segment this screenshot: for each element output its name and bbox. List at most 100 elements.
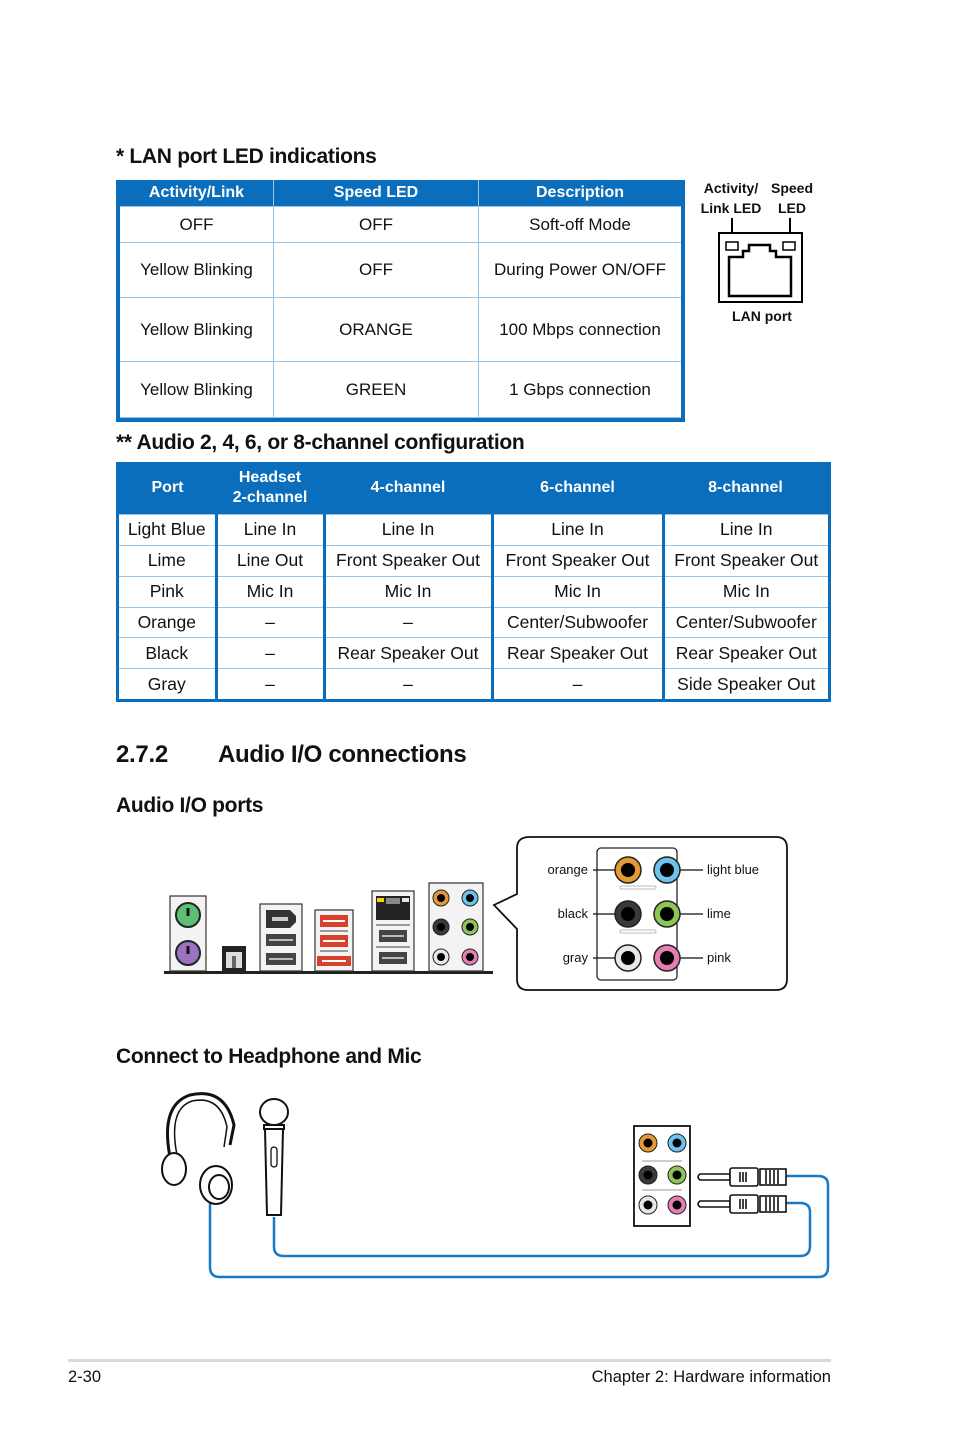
usb-esata-ports-icon [314, 909, 354, 972]
jack-label-orange: orange [547, 862, 588, 877]
table-cell: Mic In [214, 575, 324, 608]
table-cell: Pink [119, 575, 216, 608]
microphone-icon [259, 1098, 289, 1216]
lan-led-heading: * LAN port LED indications [116, 145, 377, 168]
audio-header-headset-line1: Headset [238, 469, 302, 486]
table-row: OFF OFF Soft-off Mode [120, 206, 681, 243]
table-cell: Line In [322, 514, 492, 546]
section-number: 2.7.2 [116, 741, 168, 768]
audio-channel-table: Port Headset 2-channel 4-channel 6-chann… [116, 462, 831, 702]
gray-jack-icon [614, 944, 642, 972]
table-cell: Rear Speaker Out [661, 637, 828, 669]
table-cell: Side Speaker Out [661, 668, 828, 699]
table-cell: Lime [119, 544, 216, 577]
lan-table-header-row: Activity/Link Speed LED Description [120, 180, 681, 207]
audio-header-headset-line2: 2-channel [232, 489, 308, 506]
table-cell: Line Out [214, 544, 324, 577]
table-cell: Center/Subwoofer [490, 606, 663, 638]
table-cell: Orange [119, 606, 216, 638]
firewire-usb-ports-icon [259, 903, 303, 972]
audio-config-heading: ** Audio 2, 4, 6, or 8-channel configura… [116, 431, 525, 454]
table-cell: GREEN [273, 361, 479, 418]
audio-jacks-panel-icon [633, 1125, 691, 1227]
page-number: 2-30 [68, 1368, 102, 1386]
table-cell: OFF [273, 242, 479, 298]
headphone-mic-connection-diagram [161, 1092, 830, 1279]
table-cell: – [322, 606, 492, 638]
lime-jack-icon [653, 900, 681, 928]
table-row: Yellow Blinking GREEN 1 Gbps connection [120, 361, 681, 418]
audio-header-headset: Headset 2-channel [216, 462, 324, 515]
lan-usb-ports-icon [371, 890, 415, 972]
black-jack-icon [614, 900, 642, 928]
audio-header-8ch: 8-channel [663, 462, 828, 515]
lan-port-diagram: Activity/ Link LED Speed LED LAN port [690, 178, 830, 328]
table-cell: Front Speaker Out [661, 544, 828, 577]
orange-jack-icon [614, 856, 642, 884]
table-cell: During Power ON/OFF [478, 242, 681, 298]
lan-port-label: LAN port [732, 308, 792, 324]
table-cell: 1 Gbps connection [478, 361, 681, 418]
table-cell: Gray [119, 668, 216, 699]
chapter-title: Chapter 2: Hardware information [591, 1368, 831, 1386]
light-blue-jack-icon [653, 856, 681, 884]
table-cell: Line In [214, 514, 324, 546]
optical-spdif-icon [222, 946, 246, 971]
table-row: Lime Line Out Front Speaker Out Front Sp… [119, 544, 828, 577]
table-cell: Line In [661, 514, 828, 546]
table-row: Black – Rear Speaker Out Rear Speaker Ou… [119, 637, 828, 669]
jack-label-light-blue: light blue [707, 862, 760, 877]
jack-label-pink: pink [707, 950, 731, 965]
lan-header-description: Description [478, 180, 681, 207]
table-cell: – [214, 637, 324, 669]
table-row: Yellow Blinking ORANGE 100 Mbps connecti… [120, 297, 681, 362]
table-cell: 100 Mbps connection [478, 297, 681, 362]
table-cell: OFF [120, 206, 274, 243]
table-row: Pink Mic In Mic In Mic In Mic In [119, 575, 828, 608]
audio-header-port: Port [119, 462, 216, 515]
table-cell: Line In [490, 514, 663, 546]
table-cell: Yellow Blinking [120, 361, 274, 418]
headphones-icon [161, 1092, 236, 1205]
table-cell: Front Speaker Out [322, 544, 492, 577]
headphone-cable [208, 1174, 830, 1279]
table-cell: – [214, 606, 324, 638]
table-row: Light Blue Line In Line In Line In Line … [119, 514, 828, 546]
audio-jacks-panel-icon [428, 882, 484, 972]
table-cell: Center/Subwoofer [661, 606, 828, 638]
rear-io-panel-diagram [164, 882, 493, 974]
table-cell: – [490, 668, 663, 699]
audio-table-header-row: Port Headset 2-channel 4-channel 6-chann… [119, 462, 828, 515]
table-row: Yellow Blinking OFF During Power ON/OFF [120, 242, 681, 298]
rj45-port-icon [718, 218, 803, 303]
audio-ports-heading: Audio I/O ports [116, 794, 264, 817]
table-cell: – [214, 668, 324, 699]
jack-label-black: black [557, 906, 588, 921]
ps2-ports-icon [169, 895, 207, 972]
table-cell: Front Speaker Out [490, 544, 663, 577]
table-cell: ORANGE [273, 297, 479, 362]
table-cell: Black [119, 637, 216, 669]
lan-header-activity: Activity/Link [120, 180, 274, 207]
mic-plug-icon [697, 1194, 787, 1214]
table-cell: Rear Speaker Out [322, 637, 492, 669]
headphone-plug-icon [697, 1167, 787, 1187]
jack-label-gray: gray [562, 950, 588, 965]
table-cell: Yellow Blinking [120, 297, 274, 362]
table-cell: OFF [273, 206, 479, 243]
table-cell: Soft-off Mode [478, 206, 681, 243]
table-cell: Mic In [322, 575, 492, 608]
table-cell: – [322, 668, 492, 699]
lan-led-table: Activity/Link Speed LED Description OFF … [116, 180, 685, 422]
lan-header-speed: Speed LED [273, 180, 479, 207]
pink-jack-icon [653, 944, 681, 972]
audio-header-6ch: 6-channel [492, 462, 663, 515]
section-title: Audio I/O connections [218, 741, 467, 768]
table-cell: Rear Speaker Out [490, 637, 663, 669]
jack-label-lime: lime [707, 906, 731, 921]
table-cell: Mic In [490, 575, 663, 608]
table-cell: Mic In [661, 575, 828, 608]
table-cell: Yellow Blinking [120, 242, 274, 298]
table-cell: Light Blue [119, 514, 216, 546]
footer-divider [68, 1359, 831, 1362]
